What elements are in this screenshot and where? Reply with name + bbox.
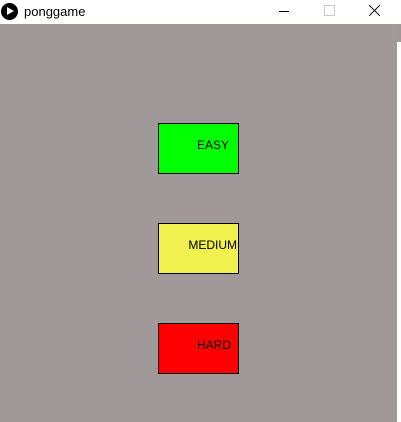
close-button[interactable] bbox=[352, 0, 397, 24]
maximize-button[interactable] bbox=[307, 0, 352, 24]
window-right-edge bbox=[397, 24, 401, 422]
close-icon bbox=[369, 5, 380, 16]
game-canvas: EASY MEDIUM HARD bbox=[0, 24, 397, 422]
medium-label: MEDIUM bbox=[188, 238, 237, 252]
play-circle-icon bbox=[1, 3, 18, 20]
hard-label: HARD bbox=[196, 338, 231, 352]
title-bar: ponggame bbox=[0, 0, 401, 24]
hard-button[interactable]: HARD bbox=[158, 323, 239, 374]
easy-button[interactable]: EASY bbox=[158, 123, 239, 174]
easy-label: EASY bbox=[196, 138, 229, 152]
window-edge-segment bbox=[397, 24, 401, 42]
window-title: ponggame bbox=[24, 4, 86, 19]
medium-button[interactable]: MEDIUM bbox=[158, 223, 239, 274]
minimize-button[interactable] bbox=[262, 0, 307, 24]
maximize-icon bbox=[324, 5, 335, 16]
minimize-icon bbox=[279, 11, 289, 12]
